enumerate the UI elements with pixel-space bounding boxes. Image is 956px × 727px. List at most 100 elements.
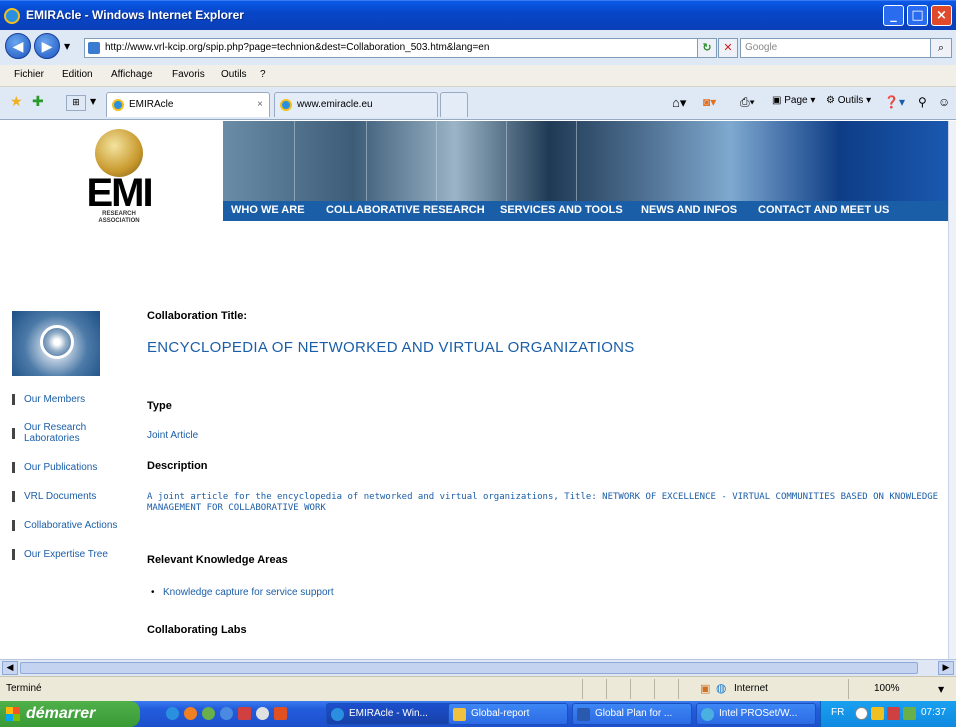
start-label: démarrer: [26, 705, 96, 722]
history-dropdown-icon[interactable]: ▼: [64, 42, 70, 51]
task-global-plan[interactable]: Global Plan for ...: [572, 703, 692, 725]
page-menu-label: Page: [784, 95, 808, 106]
maximize-button[interactable]: □: [907, 5, 928, 26]
banner-panel: [437, 121, 507, 201]
emi-logo[interactable]: EMI RESEARCH ASSOCIATION: [83, 129, 155, 224]
status-bar: Terminé ▣ ◍ Internet 100% ▼: [0, 676, 956, 701]
clock[interactable]: 07:37: [921, 707, 946, 718]
nav-news-and-infos[interactable]: NEWS AND INFOS: [641, 204, 737, 216]
tab-close-icon[interactable]: ×: [257, 93, 263, 116]
type-value: Joint Article: [147, 430, 199, 441]
sidebar-item-members[interactable]: Our Members: [12, 394, 85, 405]
knowledge-area-item[interactable]: • Knowledge capture for service support: [147, 587, 334, 598]
tools-menu-label: Outils: [837, 95, 864, 106]
divider: [582, 679, 583, 699]
horizontal-scrollbar[interactable]: ◀ ▶: [0, 659, 956, 676]
add-favorites-icon[interactable]: ✚: [32, 94, 44, 110]
quick-tabs-icon[interactable]: ⊞: [66, 95, 86, 111]
title-bar: EMIRAcle - Windows Internet Explorer _ □…: [0, 0, 956, 30]
stop-button[interactable]: ✕: [718, 38, 738, 58]
print-icon[interactable]: ⎙▾: [740, 95, 755, 110]
nav-collaborative-research[interactable]: COLLABORATIVE RESEARCH: [326, 204, 485, 216]
feeds-icon[interactable]: ◙▾: [703, 95, 716, 109]
task-label: Intel PROSet/W...: [719, 708, 798, 719]
tab-label: www.emiracle.eu: [297, 99, 373, 110]
sidebar-item-expertise-tree[interactable]: Our Expertise Tree: [12, 549, 108, 560]
task-global-report[interactable]: Global-report: [448, 703, 568, 725]
messenger-icon[interactable]: ☺: [938, 95, 950, 109]
new-tab-button[interactable]: [440, 92, 468, 117]
tray-security-icon[interactable]: [903, 707, 916, 720]
home-icon[interactable]: ⌂▾: [672, 95, 686, 111]
scroll-left-icon[interactable]: ◀: [2, 661, 18, 675]
compass-image: [12, 311, 100, 376]
knowledge-area-label: Knowledge capture for service support: [163, 587, 334, 598]
protected-mode-icon: ▣: [700, 682, 711, 695]
nav-contact-and-meet-us[interactable]: CONTACT AND MEET US: [758, 204, 889, 216]
bullet-bar-icon: [12, 491, 15, 502]
task-emiracle[interactable]: EMIRAcle - Win...: [326, 703, 452, 725]
bullet-icon: •: [151, 587, 155, 598]
zoom-level[interactable]: 100%: [874, 683, 900, 694]
knowledge-areas-label: Relevant Knowledge Areas: [147, 554, 288, 566]
collaborating-labs-label: Collaborating Labs: [147, 624, 247, 636]
task-intel-proset[interactable]: Intel PROSet/W...: [696, 703, 816, 725]
vertical-scrollbar[interactable]: [948, 121, 956, 659]
tab-emiracle[interactable]: EMIRAcle ×: [106, 92, 270, 117]
favorites-star-icon[interactable]: ★: [10, 94, 23, 110]
menu-item-outils[interactable]: Outils: [221, 69, 247, 80]
minimize-button[interactable]: _: [883, 5, 904, 26]
start-button[interactable]: démarrer: [0, 701, 140, 727]
address-input[interactable]: http://www.vrl-kcip.org/spip.php?page=te…: [84, 38, 717, 58]
window-title: EMIRAcle - Windows Internet Explorer: [26, 8, 244, 22]
banner-panel: [295, 121, 367, 201]
refresh-icon[interactable]: ↻: [697, 38, 717, 58]
help-icon[interactable]: ❓▾: [884, 95, 905, 109]
menu-item-edition[interactable]: Edition: [62, 69, 93, 80]
tools-menu[interactable]: ⚙ Outils ▾: [826, 95, 871, 106]
menu-item-favoris[interactable]: Favoris: [172, 69, 205, 80]
tray-arrow-icon[interactable]: [855, 707, 868, 720]
logo-text: EMI: [86, 171, 153, 215]
quicklaunch-firefox-icon[interactable]: [184, 707, 197, 720]
menu-item-fichier[interactable]: Fichier: [14, 69, 44, 80]
collaboration-title-label: Collaboration Title:: [147, 310, 248, 322]
search-icon[interactable]: ⌕: [930, 38, 952, 58]
quicklaunch-app3-icon[interactable]: [256, 707, 269, 720]
menu-item-help[interactable]: ?: [260, 69, 266, 80]
tab-row: ★ ✚ ⊞ ▼ EMIRAcle × www.emiracle.eu ⌂▾ ◙▾ …: [0, 87, 956, 120]
quicklaunch-app2-icon[interactable]: [238, 707, 251, 720]
language-indicator[interactable]: FR: [831, 707, 844, 718]
zoom-dropdown-icon[interactable]: ▼: [938, 685, 944, 694]
scroll-right-icon[interactable]: ▶: [938, 661, 954, 675]
taskbar: démarrer EMIRAcle - Win... Global-report…: [0, 701, 956, 727]
quicklaunch-ie2-icon[interactable]: [220, 707, 233, 720]
ie-icon: [331, 708, 344, 721]
search-input[interactable]: Google: [740, 38, 940, 58]
status-text: Terminé: [6, 683, 42, 694]
quicklaunch-app-icon[interactable]: [202, 707, 215, 720]
task-label: Global Plan for ...: [595, 708, 673, 719]
nav-who-we-are[interactable]: WHO WE ARE: [231, 204, 305, 216]
sidebar-item-collaborative-actions[interactable]: Collaborative Actions: [12, 520, 117, 531]
nav-services-and-tools[interactable]: SERVICES AND TOOLS: [500, 204, 623, 216]
back-button[interactable]: ◀: [5, 33, 31, 59]
tray-network-icon[interactable]: [887, 707, 900, 720]
page-menu[interactable]: ▣ Page ▾: [772, 95, 815, 106]
scroll-thumb[interactable]: [20, 662, 918, 674]
tray-app-icon[interactable]: [871, 707, 884, 720]
sidebar-item-vrl-documents[interactable]: VRL Documents: [12, 491, 96, 502]
quicklaunch-ie-icon[interactable]: [166, 707, 179, 720]
tab-list-dropdown-icon[interactable]: ▼: [90, 97, 96, 106]
sidebar-item-research-labs[interactable]: Our Research Laboratories: [12, 422, 107, 444]
tab-emiracle-eu[interactable]: www.emiracle.eu: [274, 92, 438, 117]
divider: [654, 679, 655, 699]
menu-item-affichage[interactable]: Affichage: [111, 69, 153, 80]
address-url: http://www.vrl-kcip.org/spip.php?page=te…: [105, 42, 490, 53]
close-button[interactable]: ×: [931, 5, 952, 26]
sidebar-item-publications[interactable]: Our Publications: [12, 462, 97, 473]
windows-flag-icon: [6, 707, 20, 721]
research-icon[interactable]: ⚲: [918, 95, 927, 109]
forward-button[interactable]: ▶: [34, 33, 60, 59]
quicklaunch-app4-icon[interactable]: [274, 707, 287, 720]
